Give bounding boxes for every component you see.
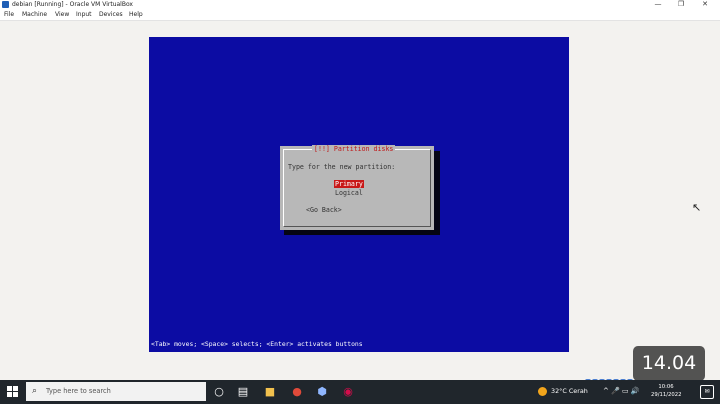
window-titlebar: debian [Running] - Oracle VM VirtualBox …: [0, 0, 720, 9]
virtualbox-app-icon: [2, 1, 9, 8]
menu-input[interactable]: Input: [76, 9, 92, 20]
dialog-frame: [283, 149, 431, 227]
timer-badge: 14.04: [633, 346, 705, 381]
file-explorer-icon[interactable]: ■: [262, 384, 278, 400]
chrome-icon[interactable]: ●: [289, 384, 305, 400]
menu-help[interactable]: Help: [129, 9, 143, 20]
taskbar-search-box[interactable]: ⌕ Type here to search: [26, 382, 206, 401]
menu-bar: File Machine View Input Devices Help: [0, 9, 720, 21]
go-back-button[interactable]: <Go Back>: [306, 206, 342, 214]
option-primary[interactable]: Primary: [334, 180, 364, 188]
cortana-icon[interactable]: ○: [211, 384, 227, 400]
clock-date: 29/11/2022: [651, 392, 682, 398]
virtualbox-icon[interactable]: ⬢: [314, 384, 330, 400]
menu-file[interactable]: File: [4, 9, 14, 20]
minimize-button[interactable]: —: [651, 0, 665, 8]
clock-time: 10:06: [658, 384, 674, 390]
windows-taskbar: ⌕ Type here to search ○ ▤ ■ ● ⬢ ◉ 32°C C…: [0, 380, 720, 404]
notification-icon[interactable]: ✉: [700, 385, 714, 399]
system-tray[interactable]: ^ 🎤 ▭ 🔊: [603, 380, 640, 402]
weather-widget[interactable]: 32°C Cerah: [538, 380, 588, 402]
sun-icon: [538, 386, 547, 396]
window-title: debian [Running] - Oracle VM VirtualBox: [12, 1, 133, 8]
mouse-cursor-icon: ↖: [692, 201, 702, 214]
menu-devices[interactable]: Devices: [99, 9, 123, 20]
task-view-icon[interactable]: ▤: [235, 384, 251, 400]
debian-icon[interactable]: ◉: [340, 384, 356, 400]
taskbar-clock[interactable]: 10:06 29/11/2022: [651, 383, 682, 399]
restore-button[interactable]: ❐: [674, 0, 688, 8]
menu-machine[interactable]: Machine: [22, 9, 47, 20]
menu-view[interactable]: View: [55, 9, 69, 20]
installer-help-line: <Tab> moves; <Space> selects; <Enter> ac…: [151, 340, 363, 348]
weather-text: Cerah: [568, 387, 588, 395]
vm-status-icons: [585, 370, 634, 385]
dialog-title: [!!] Partition disks: [312, 145, 396, 153]
dialog-prompt: Type for the new partition:: [288, 163, 396, 171]
search-icon: ⌕: [32, 386, 38, 396]
partition-type-dialog: [!!] Partition disks Type for the new pa…: [280, 145, 434, 230]
option-logical[interactable]: Logical: [335, 189, 363, 197]
close-button[interactable]: ✕: [698, 0, 712, 8]
search-placeholder: Type here to search: [46, 387, 111, 395]
weather-temp: 32°C: [551, 387, 567, 395]
start-button[interactable]: [7, 386, 19, 398]
